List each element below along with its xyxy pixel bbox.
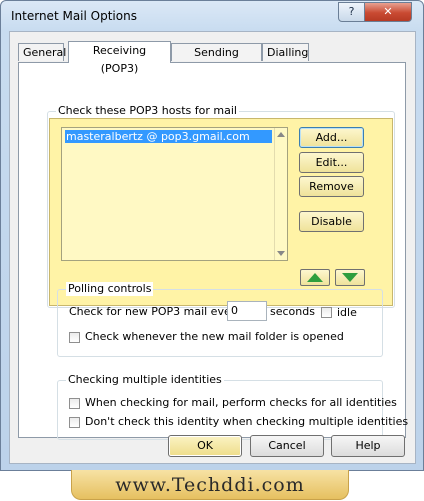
help-button[interactable]: Help xyxy=(331,435,405,457)
ok-button[interactable]: OK xyxy=(168,435,242,457)
window-title: Internet Mail Options xyxy=(11,9,137,23)
all-identities-checkbox[interactable] xyxy=(69,398,80,409)
remove-button[interactable]: Remove xyxy=(299,176,364,197)
tab-receiving-pop3[interactable]: Receiving (POP3) xyxy=(68,41,171,75)
scroll-down-icon[interactable] xyxy=(277,251,285,256)
polling-group-label: Polling controls xyxy=(66,282,154,296)
cancel-button[interactable]: Cancel xyxy=(250,435,324,457)
all-identities-label: When checking for mail, perform checks f… xyxy=(85,396,397,409)
dialog-window: Internet Mail Options ? ✕ General Receiv… xyxy=(0,0,424,471)
tab-panel-receiving: Check these POP3 hosts for mail masteral… xyxy=(18,62,409,440)
identities-group-label: Checking multiple identities xyxy=(66,373,224,387)
edit-button[interactable]: Edit... xyxy=(299,152,364,173)
idle-checkbox[interactable] xyxy=(321,307,332,318)
idle-label: idle xyxy=(337,306,357,319)
help-title-button[interactable]: ? xyxy=(338,2,365,22)
hosts-panel: masteralbertz @ pop3.gmail.com Add... Ed… xyxy=(49,118,393,306)
watermark-banner: www.Techddi.com xyxy=(71,470,349,500)
list-scrollbar[interactable] xyxy=(274,128,287,260)
poll-interval-input[interactable]: 0 xyxy=(227,301,267,321)
pop3-hosts-list[interactable]: masteralbertz @ pop3.gmail.com xyxy=(61,127,288,261)
tab-general[interactable]: General xyxy=(18,43,66,61)
tab-sending-smtp[interactable]: Sending (SMTP) xyxy=(171,43,262,77)
close-button[interactable]: ✕ xyxy=(364,2,412,22)
tab-dialling[interactable]: Dialling xyxy=(262,43,309,61)
move-up-button[interactable] xyxy=(300,269,330,286)
move-down-button[interactable] xyxy=(335,269,365,286)
polling-group: Polling controls xyxy=(57,282,383,357)
add-button[interactable]: Add... xyxy=(299,127,364,148)
list-item[interactable]: masteralbertz @ pop3.gmail.com xyxy=(65,130,272,143)
check-on-open-checkbox[interactable] xyxy=(69,332,80,343)
check-every-label: Check for new POP3 mail every: xyxy=(69,305,245,318)
identities-group: Checking multiple identities xyxy=(57,373,383,440)
arrow-down-icon xyxy=(342,273,358,282)
dialog-client-area: General Receiving (POP3) Sending (SMTP) … xyxy=(9,31,416,464)
arrow-up-icon xyxy=(307,273,323,282)
seconds-label: seconds xyxy=(270,305,315,318)
skip-identity-label: Don't check this identity when checking … xyxy=(85,415,409,428)
check-on-open-label: Check whenever the new mail folder is op… xyxy=(85,330,344,343)
hosts-group-label: Check these POP3 hosts for mail xyxy=(56,104,239,118)
skip-identity-checkbox[interactable] xyxy=(69,417,80,428)
scroll-up-icon[interactable] xyxy=(277,132,285,137)
disable-button[interactable]: Disable xyxy=(299,211,364,232)
